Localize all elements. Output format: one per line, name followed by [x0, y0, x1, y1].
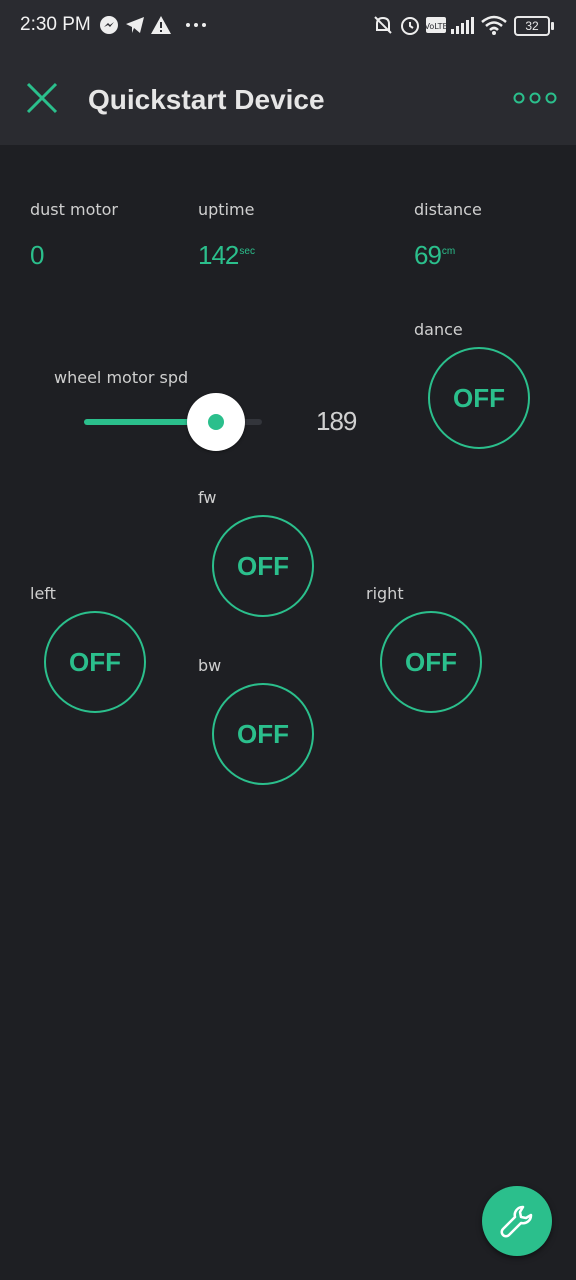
uptime-value: 142sec	[198, 240, 255, 270]
svg-text:VoLTE: VoLTE	[425, 22, 447, 31]
bw-button[interactable]: OFF	[212, 683, 314, 785]
mute-bell-icon	[374, 16, 392, 34]
status-time: 2:30 PM	[20, 14, 91, 35]
dance-button[interactable]: OFF	[428, 347, 530, 449]
right-button[interactable]: OFF	[380, 611, 482, 713]
messenger-icon	[100, 16, 118, 34]
bw-label: bw	[198, 656, 222, 675]
signal-icon	[451, 17, 474, 34]
distance-label: distance	[414, 200, 482, 219]
status-bar: 2:30 PM VoLTE 32	[0, 0, 576, 52]
dust-motor-label: dust motor	[30, 200, 119, 219]
alarm-icon	[401, 17, 419, 35]
wheel-motor-slider-thumb[interactable]	[186, 393, 245, 451]
uptime-unit: sec	[239, 246, 255, 258]
warning-icon	[151, 16, 171, 34]
dust-motor-value: 0	[30, 240, 45, 270]
right-label: right	[366, 584, 404, 603]
left-label: left	[30, 584, 56, 603]
settings-fab[interactable]	[482, 1186, 552, 1256]
fw-button[interactable]: OFF	[212, 515, 314, 617]
left-button[interactable]: OFF	[44, 611, 146, 713]
more-options-icon[interactable]	[512, 88, 558, 108]
dance-label: dance	[414, 320, 463, 339]
wheel-motor-label: wheel motor spd	[54, 368, 189, 387]
fw-label: fw	[198, 488, 217, 507]
more-dots-icon	[186, 23, 206, 27]
distance-value: 69cm	[414, 240, 456, 270]
page-title: Quickstart Device	[88, 84, 325, 115]
close-icon[interactable]	[22, 78, 62, 118]
uptime-label: uptime	[198, 200, 255, 219]
app-bar: Quickstart Device	[0, 52, 576, 145]
telegram-icon	[126, 17, 144, 33]
wheel-motor-value: 189	[316, 406, 357, 436]
volte-icon: VoLTE	[425, 17, 447, 33]
wrench-icon	[500, 1205, 533, 1238]
battery-icon: 32	[514, 16, 554, 36]
wifi-icon	[481, 15, 507, 35]
distance-unit: cm	[441, 246, 456, 258]
